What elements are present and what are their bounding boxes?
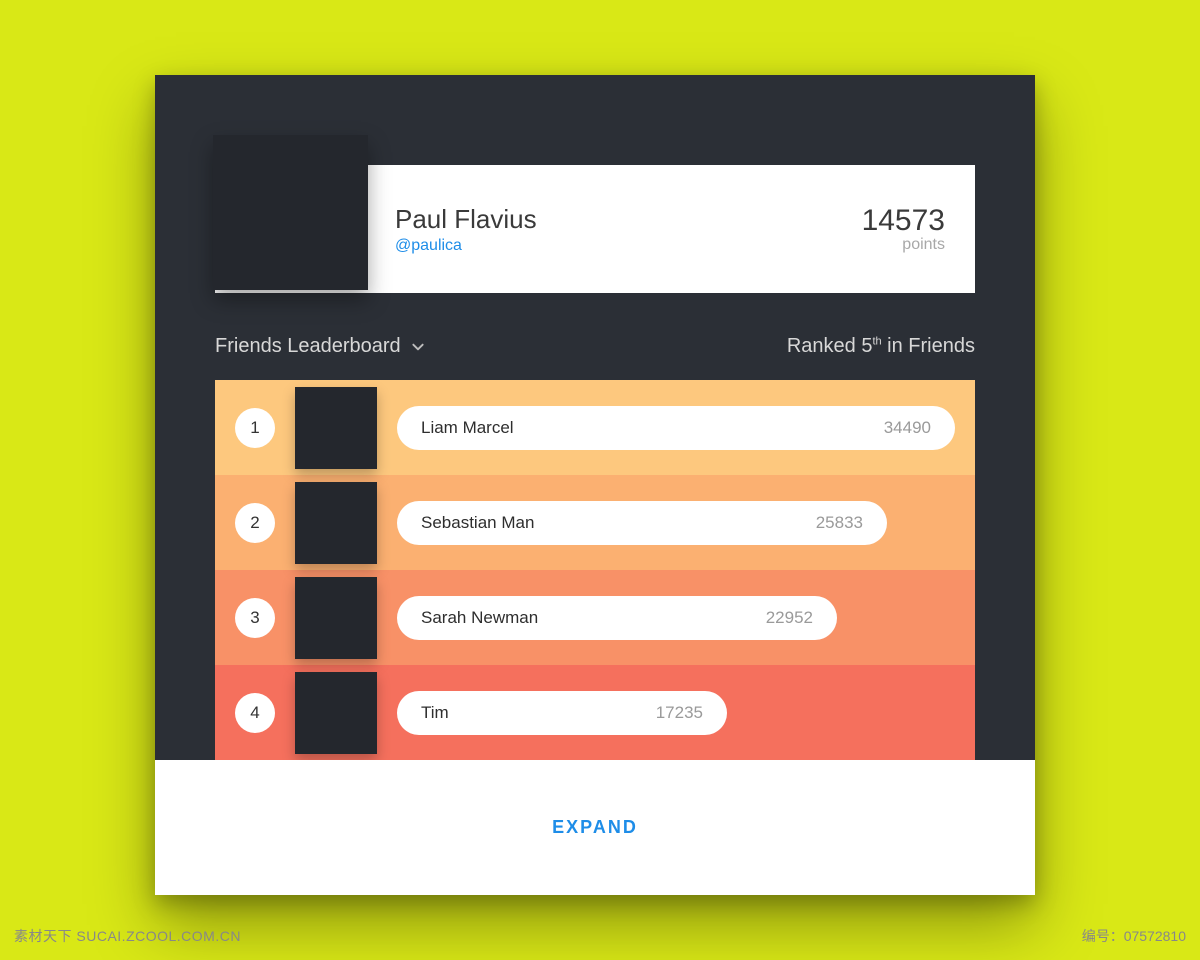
avatar[interactable] bbox=[295, 482, 377, 564]
row-name: Tim bbox=[421, 703, 449, 723]
watermark-text: 素材天下 SUCAI.ZCOOL.COM.CN bbox=[14, 926, 241, 946]
row-name: Sebastian Man bbox=[421, 513, 534, 533]
points-label: points bbox=[862, 236, 945, 254]
avatar[interactable] bbox=[295, 672, 377, 754]
leaderboard-row[interactable]: 1 Liam Marcel 34490 bbox=[215, 380, 975, 475]
leaderboard-row[interactable]: 3 Sarah Newman 22952 bbox=[215, 570, 975, 665]
row-name: Liam Marcel bbox=[421, 418, 514, 438]
subheader: Friends Leaderboard Ranked 5th in Friend… bbox=[215, 335, 975, 358]
row-points: 25833 bbox=[816, 513, 863, 533]
profile-info: Paul Flavius @paulica bbox=[395, 204, 537, 255]
row-name: Sarah Newman bbox=[421, 608, 538, 628]
leaderboard-row[interactable]: 4 Tim 17235 bbox=[215, 665, 975, 760]
row-pill: Sarah Newman 22952 bbox=[397, 596, 837, 640]
row-points: 34490 bbox=[884, 418, 931, 438]
leaderboard-list: 1 Liam Marcel 34490 2 Sebastian Man 2583… bbox=[215, 380, 975, 760]
rank-badge: 3 bbox=[235, 598, 275, 638]
avatar[interactable] bbox=[295, 577, 377, 659]
leaderboard-title: Friends Leaderboard bbox=[215, 335, 401, 358]
rank-badge: 1 bbox=[235, 408, 275, 448]
profile-name: Paul Flavius bbox=[395, 204, 537, 235]
profile-points: 14573 points bbox=[862, 204, 945, 254]
rank-badge: 2 bbox=[235, 503, 275, 543]
row-points: 17235 bbox=[656, 703, 703, 723]
profile-bar: Paul Flavius @paulica 14573 points bbox=[215, 165, 975, 293]
row-pill: Liam Marcel 34490 bbox=[397, 406, 955, 450]
avatar[interactable] bbox=[213, 135, 368, 290]
asset-id: 编号：07572810 bbox=[1082, 926, 1186, 946]
leaderboard-card: Paul Flavius @paulica 14573 points Frien… bbox=[155, 75, 1035, 895]
profile-handle[interactable]: @paulica bbox=[395, 237, 537, 255]
expand-button[interactable]: EXPAND bbox=[552, 817, 638, 838]
points-value: 14573 bbox=[862, 204, 945, 238]
leaderboard-dropdown[interactable]: Friends Leaderboard bbox=[215, 335, 425, 358]
card-footer: EXPAND bbox=[155, 760, 1035, 895]
row-points: 22952 bbox=[766, 608, 813, 628]
row-pill: Tim 17235 bbox=[397, 691, 727, 735]
row-pill: Sebastian Man 25833 bbox=[397, 501, 887, 545]
avatar[interactable] bbox=[295, 387, 377, 469]
leaderboard-row[interactable]: 2 Sebastian Man 25833 bbox=[215, 475, 975, 570]
rank-summary: Ranked 5th in Friends bbox=[787, 335, 975, 358]
rank-badge: 4 bbox=[235, 693, 275, 733]
chevron-down-icon bbox=[411, 340, 425, 354]
